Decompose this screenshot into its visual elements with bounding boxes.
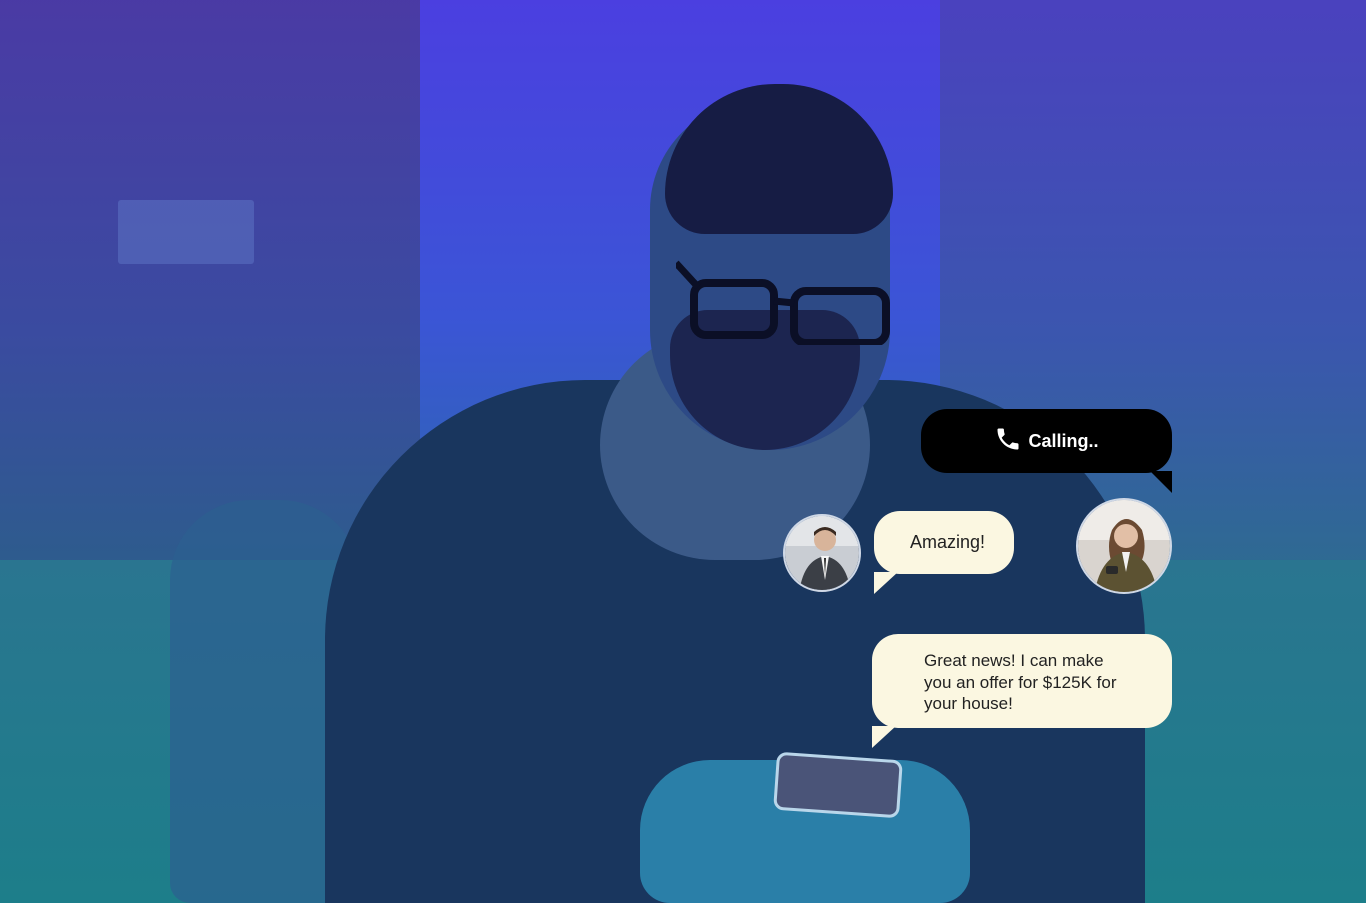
calling-bubble-tail <box>1150 471 1172 493</box>
calling-text: Calling.. <box>1028 430 1099 451</box>
message-text: Amazing! <box>910 532 986 552</box>
avatar-woman <box>1076 498 1172 594</box>
message-bubble-amazing: Amazing! <box>874 511 1014 594</box>
left-building <box>0 0 420 560</box>
calling-bubble: Calling.. <box>921 409 1172 493</box>
message-text: Great news! I can make you an offer for … <box>924 651 1117 713</box>
avatar-man <box>783 514 861 592</box>
phone-icon <box>994 425 1022 458</box>
message-bubble-offer: Great news! I can make you an offer for … <box>872 634 1172 748</box>
smartphone <box>773 751 903 819</box>
glasses <box>673 255 891 347</box>
building-sign <box>118 200 254 264</box>
message-bubble-tail <box>874 572 898 594</box>
message-bubble-tail <box>872 726 896 748</box>
man-hair <box>665 84 893 234</box>
